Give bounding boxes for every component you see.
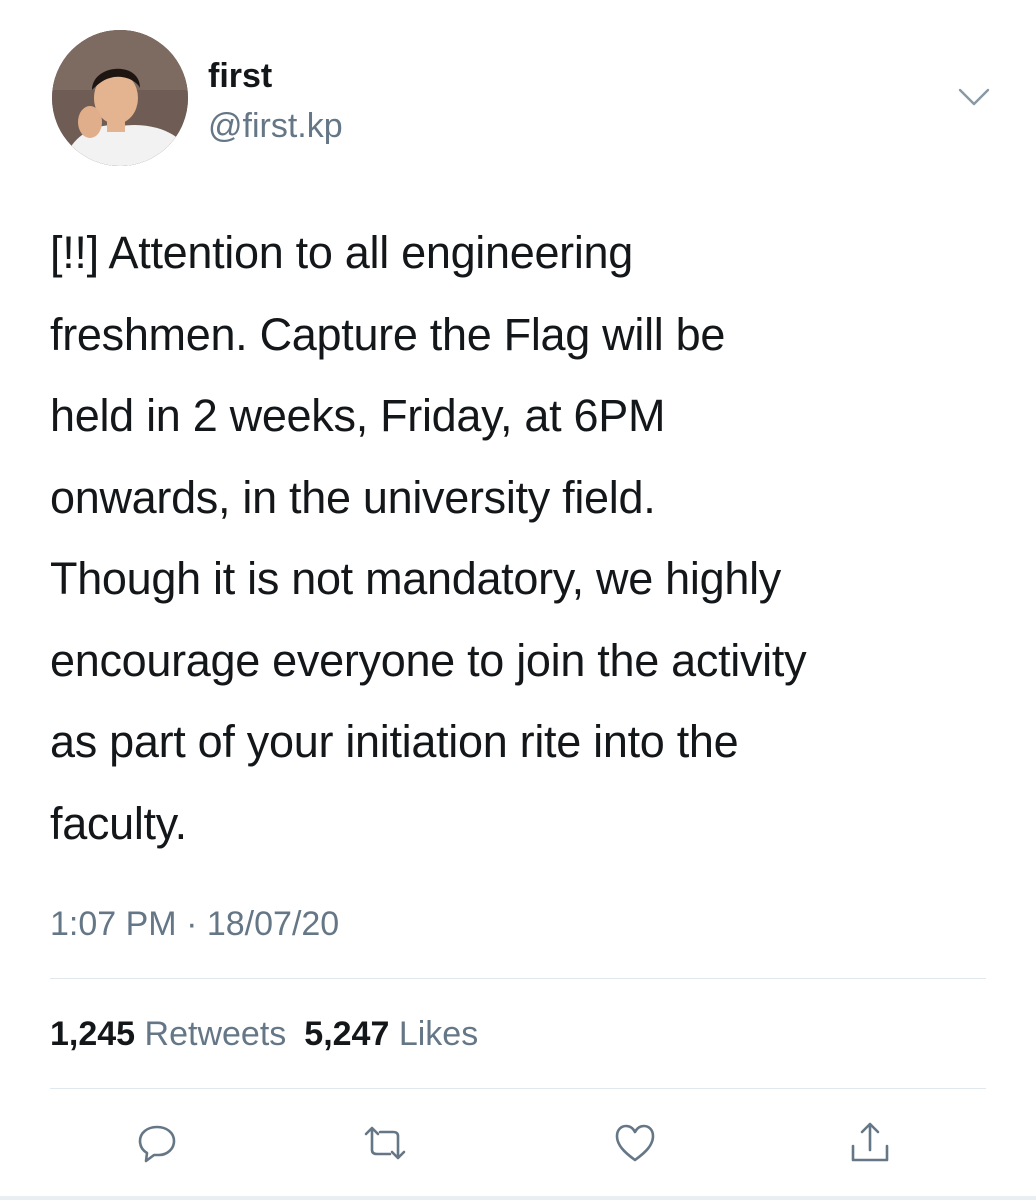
share-button[interactable] [845, 1118, 895, 1168]
like-button[interactable] [610, 1118, 660, 1168]
timestamp-separator: · [186, 905, 198, 943]
retweet-arrows-icon [364, 1126, 406, 1160]
author-display-name[interactable]: first [208, 56, 272, 96]
share-upload-icon [851, 1122, 889, 1162]
likes-stat[interactable]: 5,247 Likes [304, 1015, 478, 1053]
chevron-down-icon[interactable] [954, 82, 994, 112]
heart-icon [615, 1124, 655, 1162]
retweets-stat[interactable]: 1,245 Retweets [50, 1015, 286, 1053]
tweet-date: 18/07/20 [206, 905, 340, 943]
retweets-label: Retweets [144, 1015, 287, 1053]
likes-label: Likes [398, 1015, 479, 1053]
divider [50, 1088, 986, 1089]
tweet-stats: 1,245 Retweets 5,247 Likes [50, 1012, 478, 1056]
retweet-button[interactable] [360, 1118, 410, 1168]
divider [50, 978, 986, 979]
tweet-text: [!!] Attention to all engineering freshm… [50, 227, 807, 849]
author-handle[interactable]: @first.kp [208, 106, 343, 146]
reply-button[interactable] [132, 1118, 182, 1168]
retweets-count: 1,245 [50, 1015, 136, 1053]
speech-bubble-icon [138, 1125, 176, 1163]
tweet-timestamp[interactable]: 1:07 PM · 18/07/20 [50, 902, 339, 946]
likes-count: 5,247 [304, 1015, 390, 1053]
bottom-border [0, 1196, 1036, 1200]
avatar[interactable] [52, 30, 188, 166]
profile-photo-icon [52, 30, 188, 166]
tweet-time: 1:07 PM [50, 905, 177, 943]
